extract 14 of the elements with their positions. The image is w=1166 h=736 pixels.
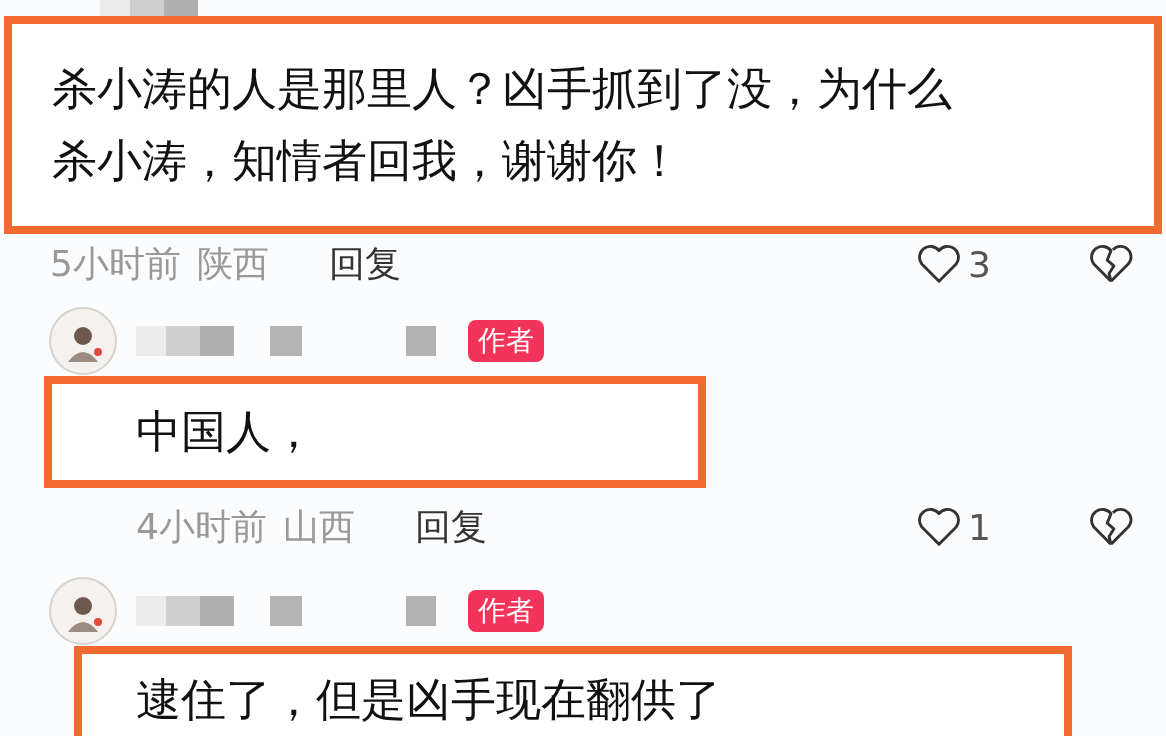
author-badge: 作者 bbox=[468, 320, 544, 362]
like-count: 3 bbox=[968, 243, 992, 285]
reply-link[interactable]: 回复 bbox=[414, 502, 487, 552]
reply-link[interactable]: 回复 bbox=[328, 239, 401, 289]
author-badge: 作者 bbox=[468, 590, 544, 632]
comment-text: 逮住了，但是凶手现在翻供了 bbox=[136, 672, 722, 728]
timestamp: 5小时前 bbox=[50, 241, 181, 286]
comment-text: 杀小涛的人是那里人？凶手抓到了没，为什么 bbox=[52, 61, 953, 117]
like-count: 1 bbox=[968, 506, 992, 548]
location: 陕西 bbox=[196, 241, 269, 286]
comment-text: 中国人， bbox=[136, 404, 317, 460]
timestamp: 4小时前 bbox=[136, 504, 267, 549]
comment-text: 杀小涛，知情者回我，谢谢你！ bbox=[52, 133, 683, 189]
location: 山西 bbox=[282, 504, 355, 549]
